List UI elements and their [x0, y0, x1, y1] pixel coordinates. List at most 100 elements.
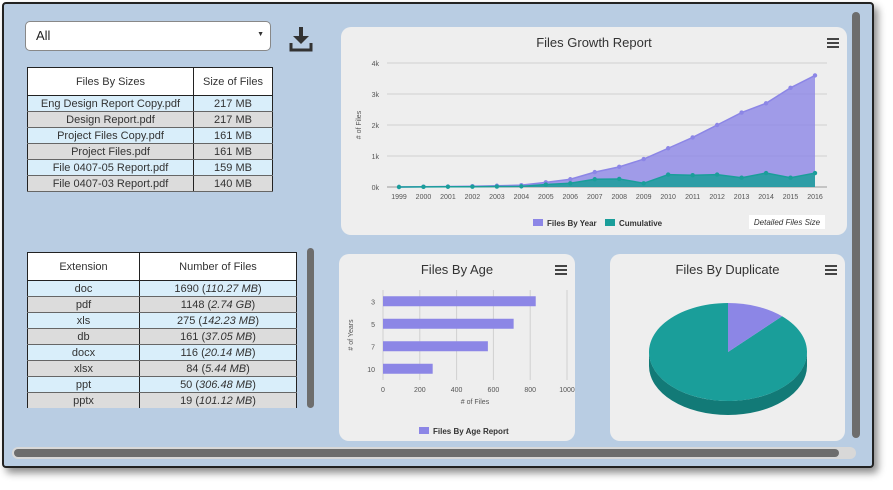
- legend-swatch: [419, 427, 429, 434]
- column-header[interactable]: Extension: [27, 252, 140, 281]
- paren: ): [246, 362, 250, 375]
- x-tick-label: 2002: [465, 194, 481, 201]
- data-point: [665, 172, 671, 177]
- bar: [383, 318, 514, 329]
- paren: (: [198, 282, 206, 295]
- data-point: [617, 164, 622, 170]
- y-tick-label: 1k: [372, 154, 380, 161]
- x-axis-label: # of Files: [461, 399, 490, 406]
- file-size-cell: 159 MB: [193, 159, 273, 176]
- y-axis-label: # of Files: [356, 110, 363, 139]
- table-row[interactable]: File 0407-03 Report.pdf 140 MB: [27, 175, 273, 192]
- bar: [383, 363, 433, 374]
- data-point: [665, 146, 671, 151]
- y-tick-label: 5: [371, 322, 375, 329]
- data-point: [568, 177, 573, 182]
- extensions-table-scrollbar[interactable]: [307, 248, 314, 408]
- files-by-sizes-table: Files By Sizes Size of Files Eng Design …: [27, 67, 273, 192]
- data-point: [543, 182, 549, 187]
- download-icon[interactable]: [289, 26, 313, 52]
- total-size: 110.27 MB: [205, 282, 258, 295]
- x-tick-label: 2001: [440, 194, 456, 201]
- x-tick-label: 200: [414, 387, 426, 394]
- total-size: 20.14 MB: [204, 346, 252, 359]
- extension-cell: doc: [27, 280, 140, 297]
- legend-label: Files By Year: [547, 219, 597, 228]
- y-tick-label: 7: [371, 344, 375, 351]
- data-point: [812, 170, 818, 176]
- x-tick-label: 2006: [563, 194, 579, 201]
- file-count-cell: 116 (20.14 MB): [139, 344, 297, 361]
- column-header[interactable]: Size of Files: [193, 67, 273, 96]
- table-row[interactable]: Project Files.pdf 161 MB: [27, 143, 273, 160]
- file-count-cell: 161 (37.05 MB): [139, 328, 297, 345]
- x-tick-label: 600: [488, 387, 500, 394]
- file-size-cell: 217 MB: [193, 95, 273, 112]
- legend-swatch: [533, 219, 543, 226]
- x-tick-label: 1000: [559, 387, 575, 394]
- paren: ): [252, 330, 256, 343]
- data-point: [445, 184, 451, 189]
- paren: ): [252, 394, 256, 407]
- table-row[interactable]: xls 275 (142.23 MB): [27, 312, 297, 329]
- column-header[interactable]: Number of Files: [139, 252, 297, 281]
- data-point: [568, 181, 573, 186]
- table-row[interactable]: pptx 19 (101.12 MB): [27, 392, 297, 408]
- total-size: 306.48 MB: [199, 378, 253, 391]
- table-row[interactable]: Eng Design Report Copy.pdf 217 MB: [27, 95, 273, 112]
- data-point: [788, 85, 793, 90]
- data-point: [812, 73, 818, 78]
- paren: ): [257, 282, 262, 295]
- y-tick-label: 10: [367, 367, 375, 374]
- horizontal-scrollbar-thumb[interactable]: [14, 449, 839, 457]
- x-tick-label: 2007: [587, 194, 603, 201]
- data-point: [788, 175, 793, 180]
- table-row[interactable]: Project Files Copy.pdf 161 MB: [27, 127, 273, 144]
- paren: ): [252, 378, 256, 391]
- main-vertical-scrollbar[interactable]: [852, 12, 860, 438]
- x-tick-label: 2009: [636, 194, 652, 201]
- chevron-down-icon: ▼: [257, 31, 264, 38]
- extension-cell: xls: [27, 312, 140, 329]
- file-count-cell: 1148 (2.74 GB): [139, 296, 297, 313]
- extension-cell: docx: [27, 344, 140, 361]
- extension-cell: ppt: [27, 376, 140, 393]
- column-header[interactable]: Files By Sizes: [27, 67, 194, 96]
- series-area: [399, 75, 815, 187]
- file-count: 161: [180, 330, 199, 343]
- y-tick-label: 3: [371, 299, 375, 306]
- table-row[interactable]: xlsx 84 (5.44 MB): [27, 360, 297, 377]
- x-tick-label: 2000: [416, 194, 432, 201]
- data-point: [641, 181, 646, 186]
- files-growth-chart: 0k 1k 2k 3k 4k # of Files 1999 2000 2001 2002 2003…: [356, 61, 827, 229]
- table-row[interactable]: pdf 1148 (2.74 GB): [27, 296, 297, 313]
- y-axis-label: # of Years: [348, 319, 355, 351]
- table-row[interactable]: Design Report.pdf 217 MB: [27, 111, 273, 128]
- total-size: 37.05 MB: [205, 330, 253, 343]
- file-count: 1148: [180, 298, 205, 311]
- file-count-cell: 275 (142.23 MB): [139, 312, 297, 329]
- file-count-cell: 1690 (110.27 MB): [139, 280, 297, 297]
- table-row[interactable]: File 0407-05 Report.pdf 159 MB: [27, 159, 273, 176]
- table-row[interactable]: docx 116 (20.14 MB): [27, 344, 297, 361]
- file-name-cell: Eng Design Report Copy.pdf: [27, 95, 194, 112]
- file-count: 116: [180, 346, 199, 359]
- total-size: 5.44 MB: [205, 362, 247, 375]
- filter-dropdown-value: All: [36, 28, 51, 43]
- data-point: [592, 169, 597, 175]
- data-point: [421, 184, 426, 190]
- file-size-cell: 161 MB: [193, 143, 273, 160]
- file-count: 275: [177, 314, 196, 327]
- extension-cell: db: [27, 328, 140, 345]
- total-size: 2.74 GB: [211, 298, 252, 311]
- files-growth-card: Files Growth Report 0k 1k 2k 3k 4k # of Files…: [341, 27, 847, 235]
- table-row[interactable]: ppt 50 (306.48 MB): [27, 376, 297, 393]
- file-count: 50: [180, 378, 193, 391]
- filter-dropdown[interactable]: All ▼: [25, 21, 271, 51]
- x-tick-label: 0: [381, 387, 385, 394]
- file-count: 1690: [174, 282, 199, 295]
- file-name-cell: Project Files Copy.pdf: [27, 127, 194, 144]
- table-row[interactable]: db 161 (37.05 MB): [27, 328, 297, 345]
- table-row[interactable]: doc 1690 (110.27 MB): [27, 280, 297, 297]
- bar: [383, 341, 488, 352]
